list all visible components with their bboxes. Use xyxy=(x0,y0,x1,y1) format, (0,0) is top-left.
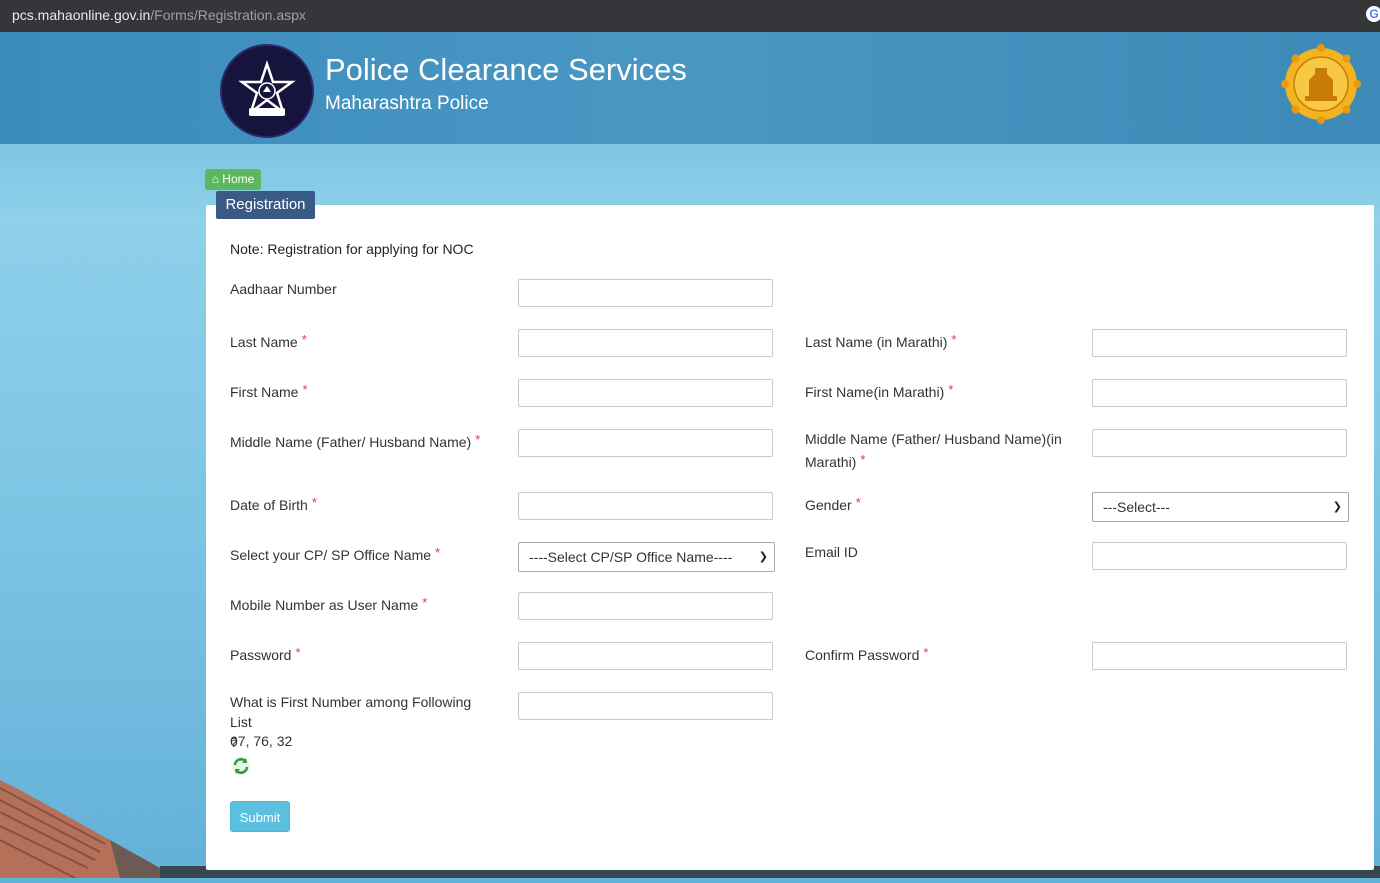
required-marker: * xyxy=(301,332,307,347)
middle-name-label: Middle Name (Father/ Husband Name) * xyxy=(230,431,480,454)
aadhaar-label-text: Aadhaar Number xyxy=(230,281,337,297)
required-marker: * xyxy=(295,645,301,660)
url-text[interactable]: pcs.mahaonline.gov.in/Forms/Registration… xyxy=(12,7,306,23)
site-subtitle: Maharashtra Police xyxy=(325,93,489,114)
site-header: Police Clearance Services Maharashtra Po… xyxy=(0,32,1380,144)
email-input[interactable] xyxy=(1092,542,1347,570)
required-marker: * xyxy=(475,432,481,447)
maharashtra-police-logo xyxy=(220,44,314,138)
first-name-marathi-label: First Name(in Marathi) * xyxy=(805,381,953,404)
dob-input[interactable] xyxy=(518,492,773,520)
submit-button[interactable]: Submit xyxy=(230,801,290,832)
required-marker: * xyxy=(948,382,954,397)
required-marker: * xyxy=(435,545,441,560)
gender-select[interactable]: ---Select--- ❯ xyxy=(1092,492,1349,522)
office-select[interactable]: ----Select CP/SP Office Name---- ❯ xyxy=(518,542,775,572)
site-title: Police Clearance Services xyxy=(325,52,687,87)
mobile-label-text: Mobile Number as User Name xyxy=(230,597,419,613)
password-input[interactable] xyxy=(518,642,773,670)
email-label: Email ID xyxy=(805,544,858,560)
required-marker: * xyxy=(422,595,428,610)
middle-name-marathi-label-line1: Middle Name (Father/ Husband Name)(in xyxy=(805,431,1062,447)
middle-name-marathi-label-text: Marathi) xyxy=(805,454,857,470)
last-name-marathi-input[interactable] xyxy=(1092,329,1347,357)
gender-selected-value: ---Select--- xyxy=(1103,499,1170,515)
first-name-marathi-input[interactable] xyxy=(1092,379,1347,407)
refresh-captcha-icon[interactable] xyxy=(231,756,251,776)
required-marker: * xyxy=(855,495,861,510)
middle-name-marathi-input[interactable] xyxy=(1092,429,1347,457)
confirm-password-label-text: Confirm Password xyxy=(805,647,920,663)
last-name-input[interactable] xyxy=(518,329,773,357)
password-label-text: Password xyxy=(230,647,292,663)
google-icon[interactable]: G xyxy=(1366,6,1380,22)
gender-label: Gender * xyxy=(805,494,861,517)
dob-label-text: Date of Birth xyxy=(230,497,308,513)
password-label: Password * xyxy=(230,644,301,667)
last-name-marathi-label: Last Name (in Marathi) * xyxy=(805,331,956,354)
mobile-label: Mobile Number as User Name * xyxy=(230,594,427,617)
url-host: pcs.mahaonline.gov.in xyxy=(12,7,151,23)
middle-name-input[interactable] xyxy=(518,429,773,457)
first-name-input[interactable] xyxy=(518,379,773,407)
chevron-down-icon: ❯ xyxy=(758,551,768,563)
captcha-question-text: What is First Number among Following Lis… xyxy=(230,694,472,730)
last-name-label: Last Name * xyxy=(230,331,307,354)
home-label: Home xyxy=(222,172,255,186)
first-name-label-text: First Name xyxy=(230,384,299,400)
required-marker: * xyxy=(302,382,308,397)
captcha-values: 67, 76, 32 xyxy=(230,733,293,749)
registration-tab: Registration xyxy=(216,191,315,219)
home-icon: ⌂ xyxy=(211,172,219,186)
required-marker: * xyxy=(951,332,957,347)
registration-note: Note: Registration for applying for NOC xyxy=(230,241,474,257)
aadhaar-input[interactable] xyxy=(518,279,773,307)
browser-url-bar[interactable]: pcs.mahaonline.gov.in/Forms/Registration… xyxy=(0,0,1380,32)
office-label-text: Select your CP/ SP Office Name xyxy=(230,547,432,563)
office-label: Select your CP/ SP Office Name * xyxy=(230,544,440,567)
dob-label: Date of Birth * xyxy=(230,494,317,517)
middle-name-marathi-label-line2: Marathi) * xyxy=(805,451,865,474)
required-marker: * xyxy=(860,452,866,467)
chevron-down-icon: ❯ xyxy=(1332,501,1342,513)
confirm-password-label: Confirm Password * xyxy=(805,644,928,667)
last-name-marathi-label-text: Last Name (in Marathi) xyxy=(805,334,948,350)
gender-label-text: Gender xyxy=(805,497,852,513)
required-marker: * xyxy=(923,645,929,660)
home-button[interactable]: ⌂ Home xyxy=(205,169,261,190)
middle-name-label-text: Middle Name (Father/ Husband Name) xyxy=(230,434,472,450)
first-name-label: First Name * xyxy=(230,381,308,404)
url-path: /Forms/Registration.aspx xyxy=(150,7,306,23)
confirm-password-input[interactable] xyxy=(1092,642,1347,670)
last-name-label-text: Last Name xyxy=(230,334,298,350)
registration-panel xyxy=(206,205,1374,870)
office-selected-value: ----Select CP/SP Office Name---- xyxy=(529,549,733,565)
required-marker: * xyxy=(311,495,317,510)
captcha-input[interactable] xyxy=(518,692,773,720)
aadhaar-label: Aadhaar Number xyxy=(230,278,337,301)
mobile-input[interactable] xyxy=(518,592,773,620)
maharashtra-government-emblem xyxy=(1281,44,1361,124)
first-name-marathi-label-text: First Name(in Marathi) xyxy=(805,384,945,400)
background-roof-decoration xyxy=(0,780,160,879)
